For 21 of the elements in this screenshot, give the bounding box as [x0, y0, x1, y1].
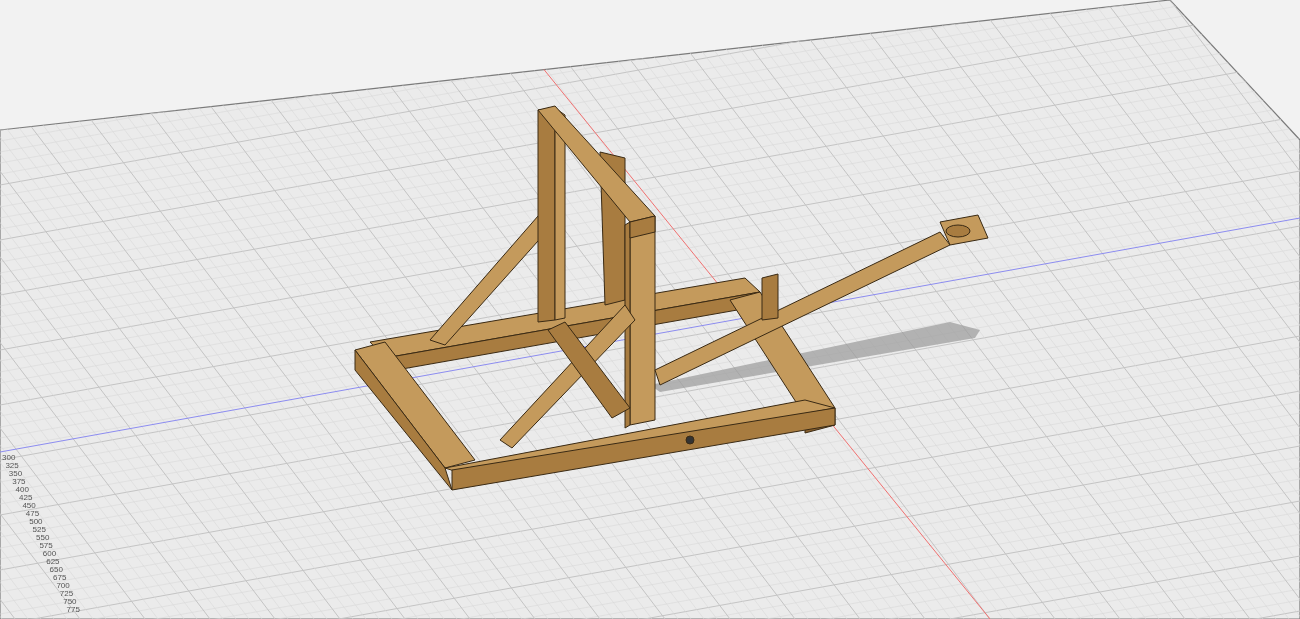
ruler-label: 325	[5, 461, 19, 470]
ruler-label: 350	[8, 469, 23, 478]
ruler-label: 625	[46, 557, 60, 566]
ruler-label: 525	[32, 525, 46, 534]
ruler-label: 425	[19, 493, 33, 502]
ruler-label: 300	[2, 453, 16, 462]
ruler-label: 750	[63, 597, 77, 606]
ruler-label: 450	[22, 501, 36, 510]
ruler-label: 375	[12, 477, 26, 486]
ruler-label: 775	[66, 605, 80, 614]
ruler-label: 475	[25, 509, 40, 518]
ruler-label: 700	[56, 581, 70, 590]
viewport[interactable]: 300 325 350 375 400 425 450 475 500 525 550 575 600 625 650 675 700 725 750 775	[0, 0, 1300, 619]
ruler-label: 400	[15, 485, 29, 494]
ruler-label: 575	[39, 541, 53, 550]
ruler-label: 550	[36, 533, 50, 542]
ruler-label: 600	[42, 549, 57, 558]
ruler-label: 675	[53, 573, 67, 582]
ruler-label: 650	[49, 565, 63, 574]
ruler-label: 500	[29, 517, 43, 526]
ruler-label: 725	[59, 589, 74, 598]
